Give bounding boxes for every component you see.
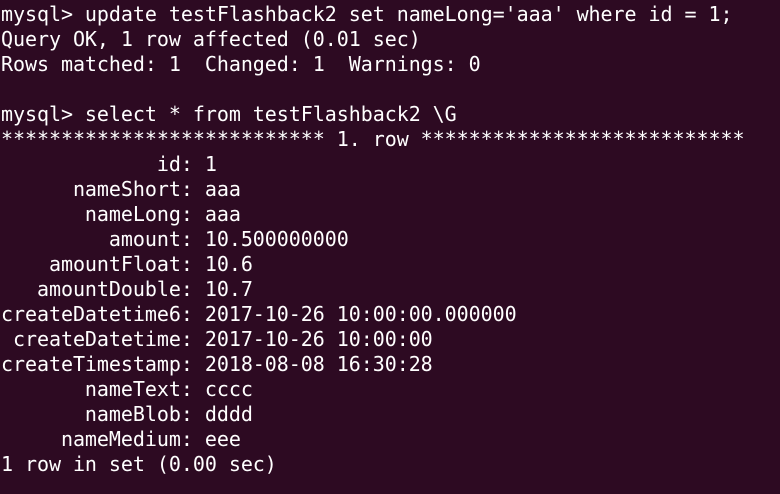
terminal-line-result-summary: 1 row in set (0.00 sec) [1, 452, 277, 476]
terminal-line-field-amountdouble: amountDouble: 10.7 [1, 277, 253, 301]
terminal-line-field-nametext: nameText: cccc [1, 377, 253, 401]
terminal-line-field-createdatetime6: createDatetime6: 2017-10-26 10:00:00.000… [1, 302, 517, 326]
terminal-line-field-amount: amount: 10.500000000 [1, 227, 349, 251]
terminal-line-field-createdatetime: createDatetime: 2017-10-26 10:00:00 [1, 327, 433, 351]
terminal-line-field-namelong: nameLong: aaa [1, 202, 241, 226]
terminal-line-query-ok: Query OK, 1 row affected (0.01 sec) [1, 27, 421, 51]
terminal-line-field-createtimestamp: createTimestamp: 2018-08-08 16:30:28 [1, 352, 433, 376]
terminal-line-row-separator: *************************** 1. row *****… [1, 127, 745, 151]
terminal-line-rows-matched: Rows matched: 1 Changed: 1 Warnings: 0 [1, 52, 481, 76]
terminal-line-field-nameshort: nameShort: aaa [1, 177, 241, 201]
terminal-line-field-amountfloat: amountFloat: 10.6 [1, 252, 253, 276]
terminal-line-field-id: id: 1 [1, 152, 217, 176]
terminal-line-select-command: mysql> select * from testFlashback2 \G [1, 102, 457, 126]
terminal-line-field-namemedium: nameMedium: eee [1, 427, 241, 451]
terminal-window[interactable]: mysql> update testFlashback2 set nameLon… [0, 0, 780, 494]
terminal-line-field-nameblob: nameBlob: dddd [1, 402, 253, 426]
terminal-line-update-command: mysql> update testFlashback2 set nameLon… [1, 2, 733, 26]
